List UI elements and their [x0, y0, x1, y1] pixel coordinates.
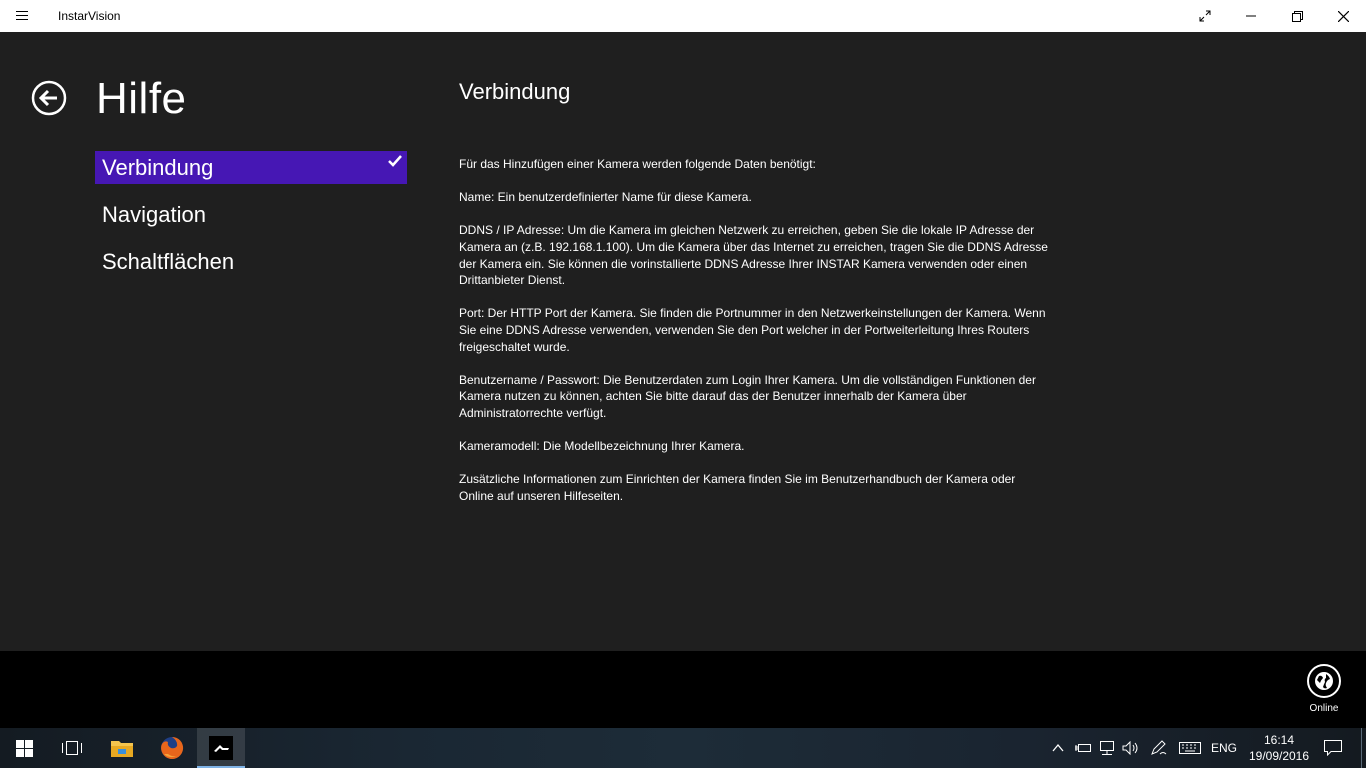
taskbar: ENG 16:14 19/09/2016: [0, 728, 1366, 768]
back-button[interactable]: [31, 80, 67, 116]
app-bar: Online: [0, 651, 1366, 728]
content-body: Für das Hinzufügen einer Kamera werden f…: [459, 156, 1049, 521]
online-button[interactable]: Online: [1303, 664, 1345, 714]
paragraph: Kameramodell: Die Modellbezeichnung Ihre…: [459, 439, 745, 454]
paragraph: Port: Der HTTP Port der Kamera. Sie find…: [459, 306, 1046, 354]
windows-ink-button[interactable]: [1148, 728, 1170, 768]
battery-status-button[interactable]: [1072, 728, 1094, 768]
nav-item-schaltflaechen[interactable]: Schaltflächen: [95, 245, 407, 278]
page-title: Hilfe: [96, 74, 187, 123]
volume-button[interactable]: [1120, 728, 1142, 768]
nav-item-label: Verbindung: [102, 155, 214, 180]
app-content: Hilfe Verbindung Navigation Schaltfläche…: [0, 32, 1366, 651]
clock-date: 19/09/2016: [1248, 749, 1310, 763]
globe-icon: [1307, 664, 1341, 698]
clock-time: 16:14: [1263, 733, 1295, 747]
action-center-button[interactable]: [1318, 728, 1348, 768]
title-bar: InstarVision: [0, 0, 1366, 32]
language-indicator[interactable]: ENG: [1206, 728, 1242, 768]
content-title: Verbindung: [459, 79, 571, 104]
paragraph: Zusätzliche Informationen zum Einrichten…: [459, 472, 1016, 503]
network-icon: [1100, 740, 1114, 755]
expand-icon: [1199, 10, 1211, 22]
keyboard-icon: [1179, 742, 1201, 754]
nav-item-label: Schaltflächen: [102, 249, 235, 274]
folder-icon: [111, 741, 133, 757]
nav-item-verbindung[interactable]: Verbindung: [95, 151, 407, 184]
instarvision-icon: [209, 736, 233, 760]
firefox-icon: [161, 736, 184, 759]
notification-icon: [1324, 740, 1342, 756]
paragraph: DDNS / IP Adresse: Um die Kamera im glei…: [459, 223, 1048, 288]
chevron-up-icon: [1052, 744, 1064, 752]
restore-icon: [1291, 10, 1303, 22]
paragraph: Für das Hinzufügen einer Kamera werden f…: [459, 157, 816, 171]
restore-button[interactable]: [1274, 0, 1320, 32]
show-hidden-icons-button[interactable]: [1048, 728, 1068, 768]
firefox-button[interactable]: [148, 728, 196, 768]
close-button[interactable]: [1320, 0, 1366, 32]
back-arrow-icon: [31, 80, 67, 116]
battery-plug-icon: [1075, 744, 1091, 752]
task-view-icon: [62, 741, 82, 755]
paragraph: Name: Ein benutzerdefinierter Name für d…: [459, 190, 752, 205]
minimize-icon: [1246, 15, 1256, 17]
instarvision-taskbar-button[interactable]: [197, 728, 245, 768]
show-desktop-button[interactable]: [1361, 728, 1366, 768]
file-explorer-button[interactable]: [98, 728, 146, 768]
minimize-button[interactable]: [1228, 0, 1274, 32]
nav-item-navigation[interactable]: Navigation: [95, 198, 407, 231]
window-title: InstarVision: [58, 9, 121, 23]
close-icon: [1337, 10, 1349, 22]
nav-item-label: Navigation: [102, 202, 206, 227]
start-button[interactable]: [0, 728, 48, 768]
hamburger-menu-icon[interactable]: [14, 8, 30, 24]
windows-logo-icon: [15, 739, 33, 757]
checkmark-icon: [388, 155, 402, 167]
network-button[interactable]: [1096, 728, 1118, 768]
help-nav: Verbindung Navigation Schaltflächen: [95, 151, 407, 292]
paragraph: Benutzername / Passwort: Die Benutzerdat…: [459, 372, 1036, 420]
speaker-icon: [1122, 741, 1138, 755]
online-label: Online: [1309, 703, 1339, 714]
clock[interactable]: 16:14 19/09/2016: [1246, 732, 1312, 764]
touch-keyboard-button[interactable]: [1176, 728, 1204, 768]
pen-icon: [1151, 740, 1167, 755]
fullscreen-button[interactable]: [1182, 0, 1228, 32]
task-view-button[interactable]: [48, 728, 96, 768]
